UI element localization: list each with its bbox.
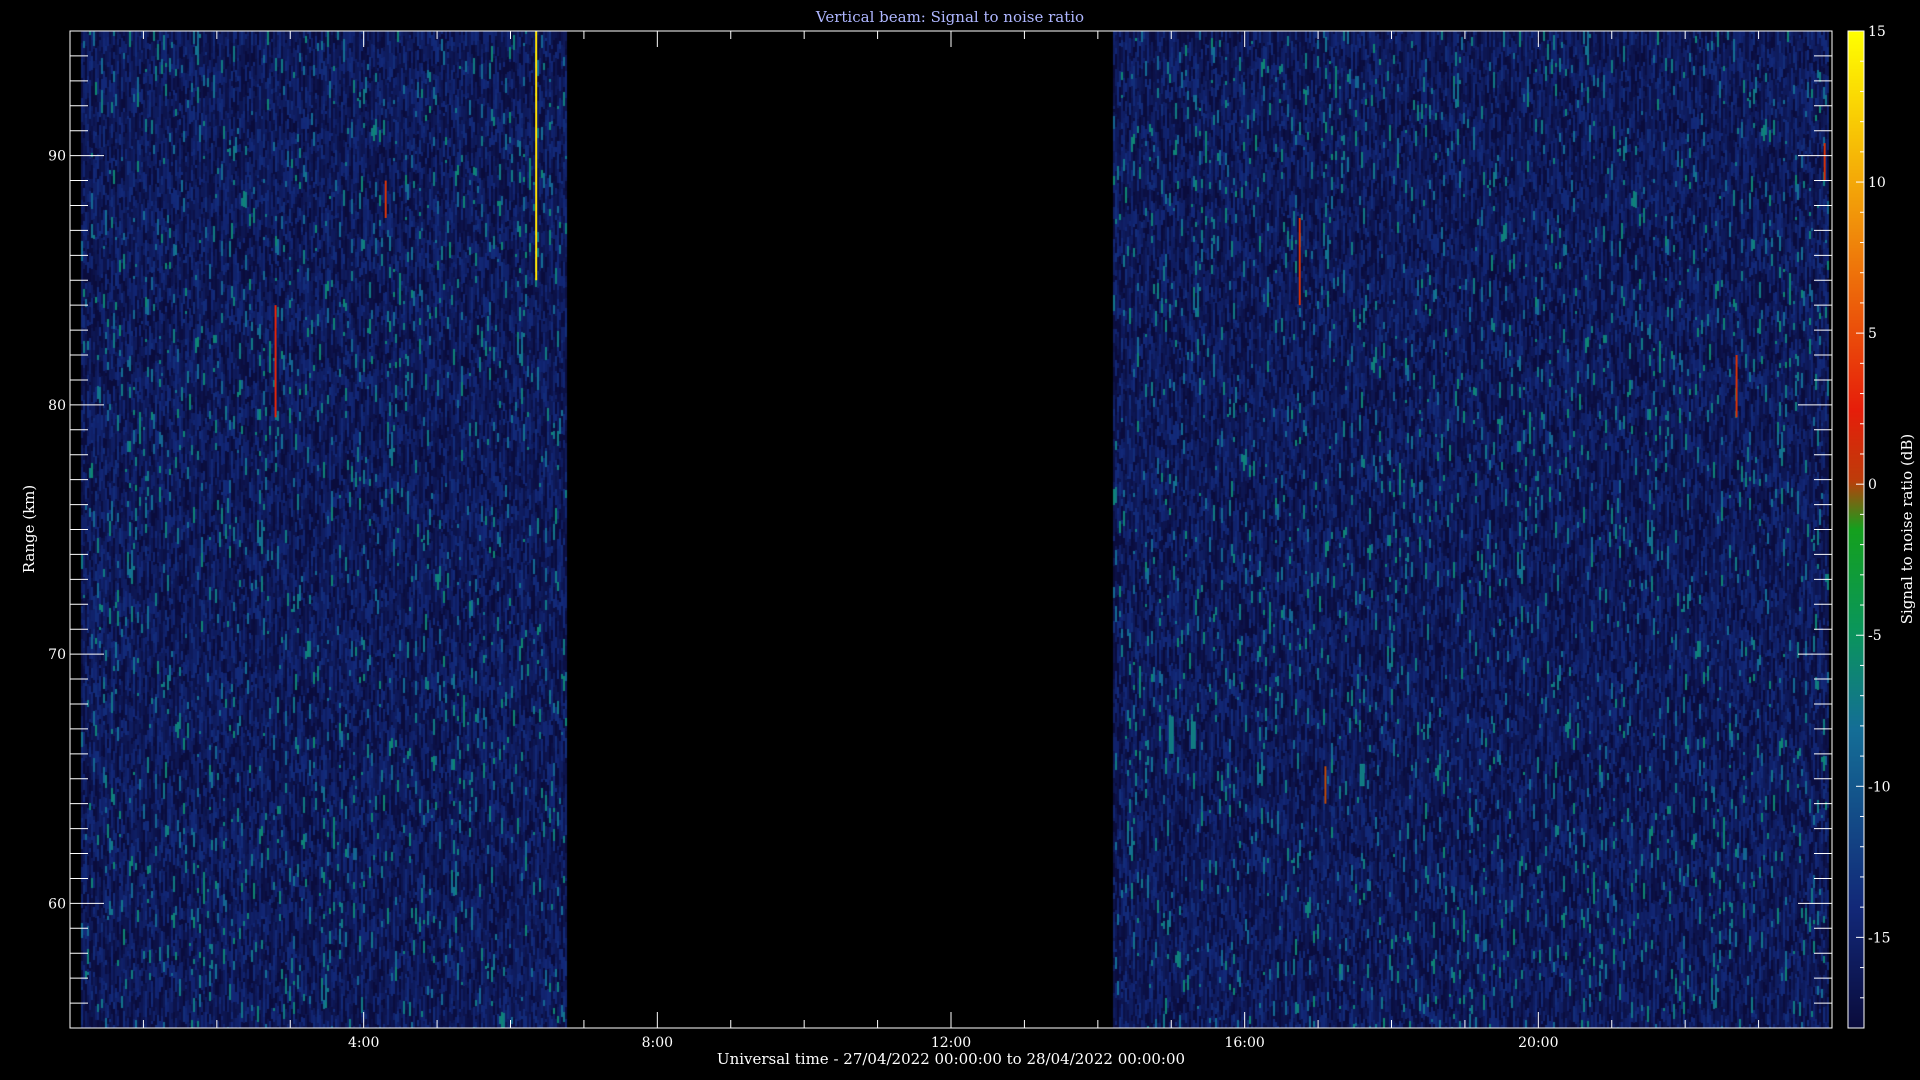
colorbar-tick-label: 0 [1868, 477, 1877, 493]
x-tick-label: 16:00 [1224, 1035, 1264, 1051]
snr-heatmap [70, 31, 1832, 1028]
feature-3 [1168, 716, 1174, 754]
y-tick-label: 90 [48, 149, 66, 165]
y-tick-label: 60 [48, 896, 66, 912]
colorbar-tick-label: 5 [1868, 326, 1877, 342]
feature-0 [274, 305, 277, 418]
feature-8 [1735, 355, 1738, 418]
colorbar-tick-label: 10 [1868, 175, 1886, 191]
y-tick-label: 80 [48, 398, 66, 414]
feature-6 [1324, 766, 1327, 804]
colorbar-tick-label: -15 [1868, 930, 1891, 946]
figure: Vertical beam: Signal to noise ratio 4:0… [0, 0, 1920, 1080]
chart-title: Vertical beam: Signal to noise ratio [815, 8, 1084, 26]
feature-1 [384, 180, 387, 218]
y-axis-label: Range (km) [20, 485, 38, 574]
feature-2 [535, 31, 538, 281]
x-tick-label: 12:00 [931, 1035, 971, 1051]
x-tick-label: 8:00 [642, 1035, 673, 1051]
colorbar [1848, 31, 1864, 1028]
x-tick-label: 20:00 [1518, 1035, 1558, 1051]
feature-4 [1190, 721, 1196, 749]
colorbar-label: Signal to noise ratio (dB) [1898, 434, 1916, 625]
colorbar-tick-label: -10 [1868, 779, 1891, 795]
x-tick-label: 4:00 [348, 1035, 379, 1051]
x-axis-label: Universal time - 27/04/2022 00:00:00 to … [717, 1050, 1185, 1068]
y-tick-label: 70 [48, 647, 66, 663]
colorbar-tick-label: 15 [1868, 24, 1886, 40]
feature-7 [1359, 763, 1365, 787]
colorbar-tick-label: -5 [1868, 628, 1882, 644]
feature-9 [1823, 143, 1826, 181]
feature-5 [1298, 217, 1301, 306]
